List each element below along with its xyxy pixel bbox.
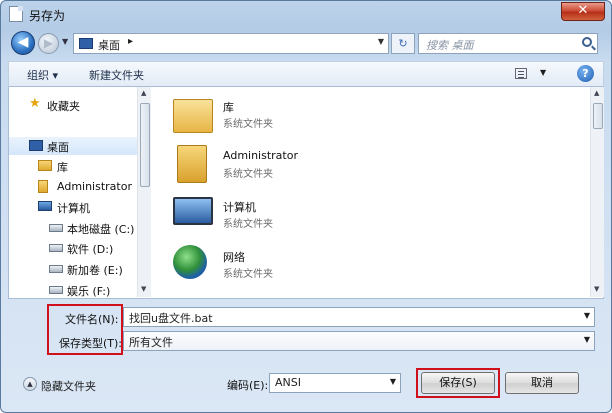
user-folder-icon: [177, 145, 207, 183]
refresh-button[interactable]: ↻: [391, 33, 415, 54]
navigation-bar: ◀ ▶ ▼ 桌面 ▸ ▼ ↻ 搜索 桌面: [1, 29, 611, 57]
sidebar-item-label: Administrator: [57, 180, 132, 193]
network-icon: [173, 245, 207, 279]
recent-locations-chevron-icon[interactable]: ▼: [62, 37, 68, 46]
list-item[interactable]: 计算机 系统文件夹: [173, 193, 473, 239]
filename-dropdown-icon[interactable]: ▼: [584, 311, 590, 320]
file-name: Administrator: [223, 149, 298, 162]
search-placeholder: 搜索 桌面: [426, 39, 474, 52]
sidebar-item-label: 收藏夹: [47, 100, 80, 113]
file-name: 计算机: [223, 201, 256, 214]
sidebar-item-drive-c[interactable]: 本地磁盘 (C:): [9, 219, 151, 237]
encoding-select[interactable]: ANSI ▼: [269, 373, 401, 393]
sidebar-item-label: 计算机: [57, 202, 90, 215]
cancel-button[interactable]: 取消: [505, 372, 579, 394]
file-name: 网络: [223, 251, 245, 264]
scroll-up-icon[interactable]: ▲: [141, 89, 146, 97]
breadcrumb-separator-icon[interactable]: ▸: [128, 36, 133, 47]
file-list-scrollbar[interactable]: ▲ ▼: [590, 87, 604, 297]
filename-field[interactable]: 找回u盘文件.bat ▼: [123, 307, 595, 327]
desktop-icon: [79, 38, 93, 49]
sidebar-item-drive-d[interactable]: 软件 (D:): [9, 239, 151, 257]
sidebar-item-library[interactable]: 库: [9, 157, 151, 175]
drive-icon: [49, 265, 63, 273]
file-name: 库: [223, 101, 234, 114]
sidebar-item-favorites[interactable]: ★ 收藏夹: [9, 96, 151, 114]
desktop-icon: [29, 140, 43, 151]
address-bar[interactable]: 桌面 ▸ ▼: [73, 33, 389, 54]
file-type: 系统文件夹: [223, 219, 273, 230]
file-list[interactable]: 库 系统文件夹 Administrator 系统文件夹 计算机 系统文件夹 网络…: [165, 87, 585, 297]
drive-icon: [49, 286, 63, 294]
encoding-value: ANSI: [275, 376, 301, 389]
star-icon: ★: [29, 96, 41, 111]
drive-icon: [49, 244, 63, 252]
scroll-down-icon[interactable]: ▼: [594, 285, 599, 293]
list-item[interactable]: Administrator 系统文件夹: [173, 143, 473, 189]
drive-icon: [49, 224, 63, 232]
file-type: 系统文件夹: [223, 269, 273, 280]
filetype-select[interactable]: 所有文件 ▼: [123, 331, 595, 351]
navigation-pane[interactable]: ★ 收藏夹 桌面 库 Administrator 计算机 本地磁盘 (C:) 软…: [9, 87, 151, 297]
back-button[interactable]: ◀: [11, 31, 35, 55]
scrollbar-thumb[interactable]: [140, 103, 150, 187]
notepad-icon: [9, 6, 23, 22]
filename-value[interactable]: 找回u盘文件.bat: [129, 312, 213, 325]
file-type: 系统文件夹: [223, 119, 273, 130]
chevron-up-icon[interactable]: ▲: [23, 377, 37, 391]
user-folder-icon: [38, 180, 48, 193]
list-item[interactable]: 库 系统文件夹: [173, 93, 473, 139]
sidebar-item-drive-e[interactable]: 新加卷 (E:): [9, 260, 151, 278]
sidebar-item-computer[interactable]: 计算机: [9, 198, 151, 216]
sidebar-item-label: 娱乐 (F:): [67, 285, 111, 297]
encoding-label: 编码(E):: [227, 379, 269, 392]
address-dropdown-icon[interactable]: ▼: [378, 37, 384, 46]
hide-folders-label[interactable]: 隐藏文件夹: [41, 378, 96, 394]
new-folder-button[interactable]: 新建文件夹: [89, 67, 144, 83]
computer-icon: [38, 201, 52, 211]
encoding-dropdown-icon[interactable]: ▼: [390, 377, 396, 386]
list-item[interactable]: 网络 系统文件夹: [173, 243, 473, 289]
sidebar-item-label: 软件 (D:): [67, 243, 114, 256]
scrollbar-thumb[interactable]: [593, 103, 603, 129]
help-icon[interactable]: ?: [577, 65, 594, 82]
window-title: 另存为: [29, 9, 66, 23]
command-toolbar: 组织 ▾ 新建文件夹 ▼ ?: [8, 61, 604, 87]
search-input[interactable]: 搜索 桌面: [418, 33, 598, 54]
sidebar-item-label: 本地磁盘 (C:): [67, 223, 135, 236]
computer-icon: [173, 197, 213, 225]
address-location[interactable]: 桌面: [98, 37, 120, 53]
search-icon[interactable]: [582, 37, 592, 47]
library-icon: [38, 160, 52, 171]
view-options-chevron-icon[interactable]: ▼: [540, 68, 546, 77]
organize-button[interactable]: 组织 ▾: [27, 67, 58, 83]
scroll-up-icon[interactable]: ▲: [594, 89, 599, 97]
navigation-pane-scrollbar[interactable]: ▲ ▼: [137, 87, 151, 297]
sidebar-item-administrator[interactable]: Administrator: [9, 178, 151, 196]
highlight-annotation: [416, 368, 500, 398]
save-as-dialog: 另存为 ✕ ◀ ▶ ▼ 桌面 ▸ ▼ ↻ 搜索 桌面 组织 ▾ 新建文件夹 ▼ …: [0, 0, 612, 413]
content-panel: ★ 收藏夹 桌面 库 Administrator 计算机 本地磁盘 (C:) 软…: [8, 87, 604, 299]
highlight-annotation: [47, 304, 123, 355]
sidebar-item-label: 新加卷 (E:): [67, 264, 123, 277]
file-type: 系统文件夹: [223, 169, 273, 180]
scroll-down-icon[interactable]: ▼: [141, 285, 146, 293]
filetype-value: 所有文件: [129, 336, 173, 349]
forward-button[interactable]: ▶: [38, 33, 59, 54]
sidebar-item-desktop[interactable]: 桌面: [9, 137, 151, 155]
filetype-dropdown-icon[interactable]: ▼: [584, 335, 590, 344]
close-button[interactable]: ✕: [561, 2, 605, 21]
sidebar-item-label: 库: [57, 161, 68, 174]
sidebar-item-label: 桌面: [47, 141, 69, 154]
title-bar: 另存为 ✕: [1, 1, 611, 27]
library-icon: [173, 99, 213, 133]
sidebar-item-drive-f[interactable]: 娱乐 (F:): [9, 281, 151, 297]
change-view-icon[interactable]: [515, 68, 527, 79]
